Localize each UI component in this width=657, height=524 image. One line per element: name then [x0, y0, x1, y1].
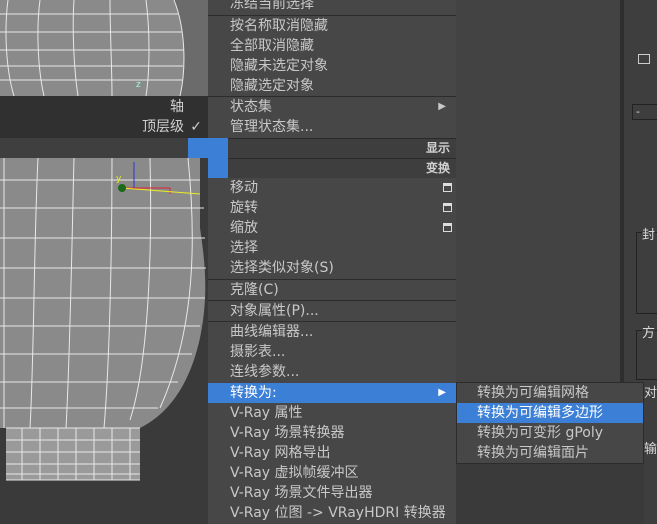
- pin-icon[interactable]: [638, 54, 650, 64]
- group-label-1: 封: [642, 224, 656, 243]
- menu-item-hide-unselected[interactable]: 隐藏未选定对象: [208, 56, 456, 76]
- menu-item-vray-properties[interactable]: V-Ray 属性: [208, 403, 456, 423]
- menu-item-vray-mesh-export[interactable]: V-Ray 网格导出: [208, 443, 456, 463]
- menu-item-state-sets[interactable]: 状态集 ▶: [208, 97, 456, 117]
- quad-bar-left: [0, 138, 190, 158]
- submenu-arrow-icon: ▶: [438, 387, 446, 398]
- options-icon[interactable]: [443, 183, 452, 192]
- menu-item-vray-scene-exporter[interactable]: V-Ray 场景文件导出器: [208, 483, 456, 503]
- group-label-4: 输: [644, 442, 657, 457]
- submenu-item-editable-patch[interactable]: 转换为可编辑面片: [457, 443, 643, 463]
- command-panel: - 封 方: [456, 0, 657, 382]
- quad-menu-left: 轴 顶层级 ✓: [0, 96, 208, 158]
- menu-item-curve-editor[interactable]: 曲线编辑器...: [208, 322, 456, 342]
- header-transform: 变换: [228, 158, 456, 178]
- menu-item-unhide-by-name[interactable]: 按名称取消隐藏: [208, 16, 456, 36]
- group-label-2: 方: [642, 322, 656, 341]
- menu-item-convert-to[interactable]: 转换为: ▶: [208, 383, 456, 403]
- axis-z-label: z: [136, 80, 141, 90]
- menu-item-unhide-all[interactable]: 全部取消隐藏: [208, 36, 456, 56]
- group-box-1: [636, 232, 657, 314]
- header-display: 显示: [228, 138, 456, 158]
- menu-item-vray-scene-converter[interactable]: V-Ray 场景转换器: [208, 423, 456, 443]
- menu-item-move[interactable]: 移动: [208, 178, 456, 198]
- quad-axis-item[interactable]: 轴: [0, 97, 208, 117]
- menu-item-scale[interactable]: 缩放: [208, 218, 456, 238]
- menu-item-vray-bitmap-converter[interactable]: V-Ray 位图 -> VRayHDRI 转换器: [208, 503, 456, 523]
- vase-bottom-mesh: [0, 158, 206, 481]
- menu-item-dope-sheet[interactable]: 摄影表...: [208, 342, 456, 362]
- options-icon[interactable]: [443, 223, 452, 232]
- viewport-perspective[interactable]: y: [0, 158, 208, 524]
- quad-menu: 冻结当前选择 按名称取消隐藏 全部取消隐藏 隐藏未选定对象 隐藏选定对象 状态集…: [208, 0, 456, 524]
- submenu-item-deformable-gpoly[interactable]: 转换为可变形 gPoly: [457, 423, 643, 443]
- submenu-item-editable-poly[interactable]: 转换为可编辑多边形: [457, 403, 643, 423]
- submenu-item-editable-mesh[interactable]: 转换为可编辑网格: [457, 383, 643, 403]
- convert-submenu: 转换为可编辑网格 转换为可编辑多边形 转换为可变形 gPoly 转换为可编辑面片: [456, 382, 644, 464]
- menu-item-object-properties[interactable]: 对象属性(P)...: [208, 301, 456, 321]
- quad-top-level-item[interactable]: 顶层级 ✓: [0, 117, 208, 137]
- submenu-arrow-icon: ▶: [438, 101, 446, 112]
- command-panel-lower: 对 输: [644, 382, 657, 524]
- vase-top-mesh: [0, 0, 185, 96]
- menu-item-hide-selected[interactable]: 隐藏选定对象: [208, 76, 456, 96]
- blue-square-left: [208, 138, 228, 178]
- check-icon: ✓: [190, 119, 202, 135]
- options-icon[interactable]: [443, 203, 452, 212]
- menu-item-freeze-selection[interactable]: 冻结当前选择: [208, 0, 456, 14]
- menu-item-manage-state-sets[interactable]: 管理状态集...: [208, 117, 456, 137]
- menu-item-vray-vfb[interactable]: V-Ray 虚拟帧缓冲区: [208, 463, 456, 483]
- axis-y-label: y: [116, 174, 122, 184]
- menu-item-wire-params[interactable]: 连线参数...: [208, 362, 456, 382]
- quad-blue-square: [188, 138, 208, 158]
- menu-item-clone[interactable]: 克隆(C): [208, 280, 456, 300]
- viewport-top[interactable]: z: [0, 0, 208, 96]
- group-label-3: 对: [644, 386, 657, 401]
- menu-item-select-similar[interactable]: 选择类似对象(S): [208, 258, 456, 278]
- rollout-header[interactable]: -: [632, 104, 657, 120]
- menu-item-rotate[interactable]: 旋转: [208, 198, 456, 218]
- menu-item-select[interactable]: 选择: [208, 238, 456, 258]
